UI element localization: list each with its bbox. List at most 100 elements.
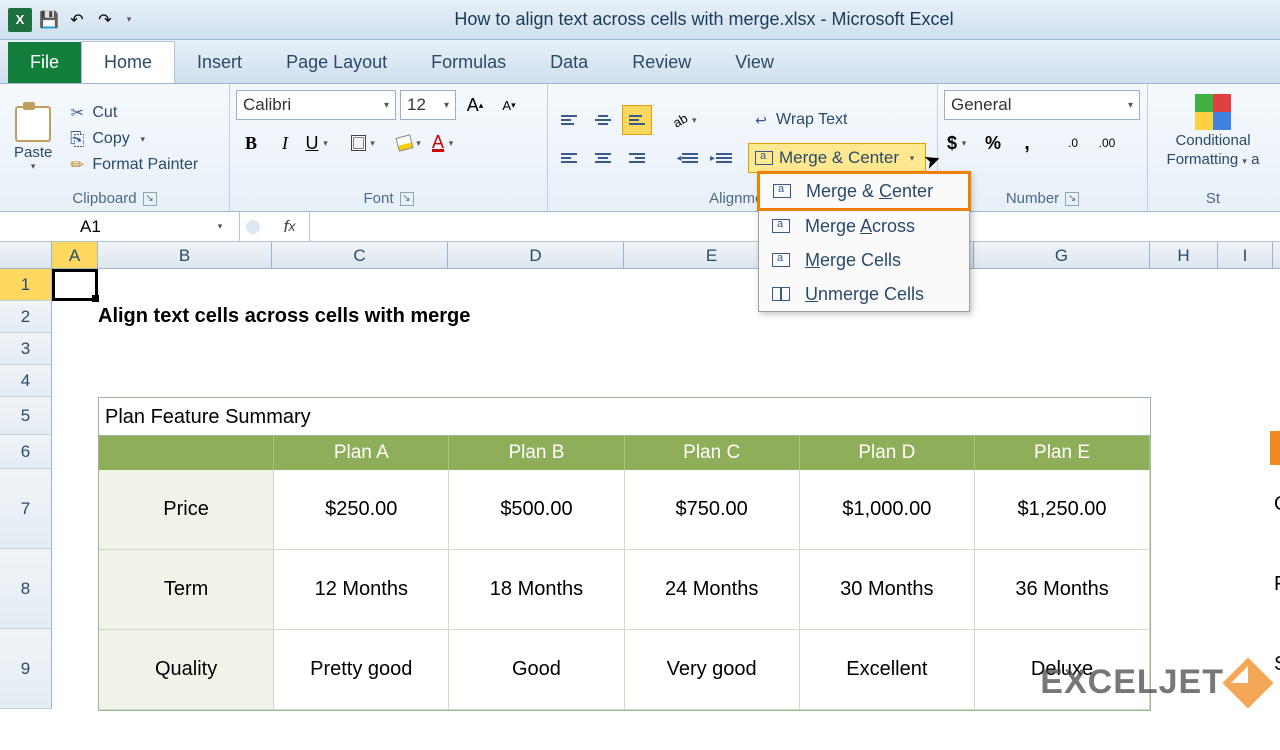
- menu-unmerge-cells[interactable]: Unmerge Cells: [759, 277, 969, 311]
- qat-customize-icon[interactable]: ▾: [122, 9, 136, 31]
- number-launcher-icon[interactable]: ↘: [1065, 192, 1079, 206]
- cells-area[interactable]: Align text cells across cells with merge…: [52, 269, 1280, 709]
- merge-dropdown-icon[interactable]: ▾: [905, 153, 919, 164]
- cell-quality-a[interactable]: Pretty good: [274, 630, 449, 710]
- wrap-text-button[interactable]: Wrap Text: [748, 105, 926, 135]
- number-format-combo[interactable]: General▾: [944, 90, 1140, 120]
- font-size-combo[interactable]: 12▾: [400, 90, 456, 120]
- align-right-button[interactable]: [622, 143, 652, 173]
- cell-term-c[interactable]: 24 Months: [625, 550, 800, 630]
- align-center-button[interactable]: [588, 143, 618, 173]
- orange-header-cell[interactable]: [1270, 431, 1280, 465]
- cell-quality-d[interactable]: Excellent: [800, 630, 975, 710]
- undo-icon[interactable]: ↶: [66, 9, 88, 31]
- underline-button[interactable]: U▾: [304, 128, 334, 158]
- shrink-font-button[interactable]: A▾: [494, 90, 524, 120]
- header-plan-b[interactable]: Plan B: [449, 436, 624, 470]
- header-blank[interactable]: [99, 436, 274, 470]
- row-label-price[interactable]: Price: [99, 470, 274, 550]
- cell-quality-c[interactable]: Very good: [625, 630, 800, 710]
- row-header-8[interactable]: 8: [0, 549, 52, 629]
- decrease-decimal-button[interactable]: .00: [1092, 128, 1122, 158]
- menu-merge-center[interactable]: Merge & Center: [757, 171, 971, 211]
- menu-merge-cells[interactable]: Merge Cells: [759, 243, 969, 277]
- currency-button[interactable]: $▾: [944, 128, 974, 158]
- cell-b2[interactable]: Align text cells across cells with merge: [98, 305, 470, 328]
- tab-formulas[interactable]: Formulas: [409, 42, 528, 83]
- cell-price-a[interactable]: $250.00: [274, 470, 449, 550]
- increase-indent-button[interactable]: [706, 143, 736, 173]
- col-header-c[interactable]: C: [272, 242, 448, 268]
- row-header-6[interactable]: 6: [0, 435, 52, 469]
- conditional-formatting-button[interactable]: Conditional Formatting ▾ a: [1154, 90, 1272, 172]
- borders-button[interactable]: ▾: [350, 128, 380, 158]
- align-top-button[interactable]: [554, 105, 584, 135]
- row-label-term[interactable]: Term: [99, 550, 274, 630]
- col-header-h[interactable]: H: [1150, 242, 1218, 268]
- col-header-d[interactable]: D: [448, 242, 624, 268]
- side-cell-seven[interactable]: Seven: [1274, 653, 1280, 676]
- comma-button[interactable]: ,: [1012, 128, 1042, 158]
- align-middle-button[interactable]: [588, 105, 618, 135]
- tab-view[interactable]: View: [713, 42, 796, 83]
- cell-price-d[interactable]: $1,000.00: [800, 470, 975, 550]
- col-header-a[interactable]: A: [52, 242, 98, 268]
- font-launcher-icon[interactable]: ↘: [400, 192, 414, 206]
- cell-price-e[interactable]: $1,250.00: [975, 470, 1150, 550]
- copy-button[interactable]: Copy▾: [64, 128, 202, 150]
- col-header-b[interactable]: B: [98, 242, 272, 268]
- side-cell-four[interactable]: Four: [1274, 573, 1280, 596]
- row-header-2[interactable]: 2: [0, 301, 52, 333]
- cell-term-d[interactable]: 30 Months: [800, 550, 975, 630]
- align-left-button[interactable]: [554, 143, 584, 173]
- cell-term-a[interactable]: 12 Months: [274, 550, 449, 630]
- row-header-3[interactable]: 3: [0, 333, 52, 365]
- cell-price-c[interactable]: $750.00: [625, 470, 800, 550]
- cell-term-e[interactable]: 36 Months: [975, 550, 1150, 630]
- bold-button[interactable]: B: [236, 128, 266, 158]
- side-cell-one[interactable]: One: [1274, 493, 1280, 516]
- cancel-formula-icon[interactable]: [246, 220, 260, 234]
- header-plan-d[interactable]: Plan D: [800, 436, 975, 470]
- tab-home[interactable]: Home: [81, 41, 175, 83]
- font-name-combo[interactable]: Calibri▾: [236, 90, 396, 120]
- row-header-4[interactable]: 4: [0, 365, 52, 397]
- menu-merge-across[interactable]: Merge Across: [759, 209, 969, 243]
- redo-icon[interactable]: ↷: [94, 9, 116, 31]
- tab-file[interactable]: File: [8, 42, 81, 83]
- cell-term-b[interactable]: 18 Months: [449, 550, 624, 630]
- cell-quality-b[interactable]: Good: [449, 630, 624, 710]
- format-painter-button[interactable]: Format Painter: [64, 154, 202, 176]
- grow-font-button[interactable]: A▴: [460, 90, 490, 120]
- select-all-corner[interactable]: [0, 242, 52, 268]
- tab-page-layout[interactable]: Page Layout: [264, 42, 409, 83]
- tab-review[interactable]: Review: [610, 42, 713, 83]
- row-header-9[interactable]: 9: [0, 629, 52, 709]
- paste-button[interactable]: Paste ▾: [6, 90, 60, 188]
- merge-center-button[interactable]: Merge & Center▾: [748, 143, 926, 173]
- header-plan-a[interactable]: Plan A: [274, 436, 449, 470]
- decrease-indent-button[interactable]: [672, 143, 702, 173]
- row-header-5[interactable]: 5: [0, 397, 52, 435]
- align-bottom-button[interactable]: [622, 105, 652, 135]
- cut-button[interactable]: Cut: [64, 102, 202, 124]
- row-label-quality[interactable]: Quality: [99, 630, 274, 710]
- name-box-dropdown-icon[interactable]: ▾: [213, 221, 227, 232]
- row-header-1[interactable]: 1: [0, 269, 52, 301]
- col-header-g[interactable]: G: [974, 242, 1150, 268]
- fx-button[interactable]: fx: [270, 212, 310, 241]
- col-header-i[interactable]: I: [1218, 242, 1273, 268]
- header-plan-e[interactable]: Plan E: [975, 436, 1150, 470]
- italic-button[interactable]: I: [270, 128, 300, 158]
- header-plan-c[interactable]: Plan C: [625, 436, 800, 470]
- row-header-7[interactable]: 7: [0, 469, 52, 549]
- table-title[interactable]: Plan Feature Summary: [99, 398, 1150, 436]
- percent-button[interactable]: %: [978, 128, 1008, 158]
- copy-dropdown-icon[interactable]: ▾: [136, 134, 150, 145]
- tab-data[interactable]: Data: [528, 42, 610, 83]
- tab-insert[interactable]: Insert: [175, 42, 264, 83]
- cell-price-b[interactable]: $500.00: [449, 470, 624, 550]
- name-box[interactable]: A1▾: [0, 212, 240, 241]
- orientation-button[interactable]: ab▾: [672, 105, 702, 135]
- save-icon[interactable]: 💾: [38, 9, 60, 31]
